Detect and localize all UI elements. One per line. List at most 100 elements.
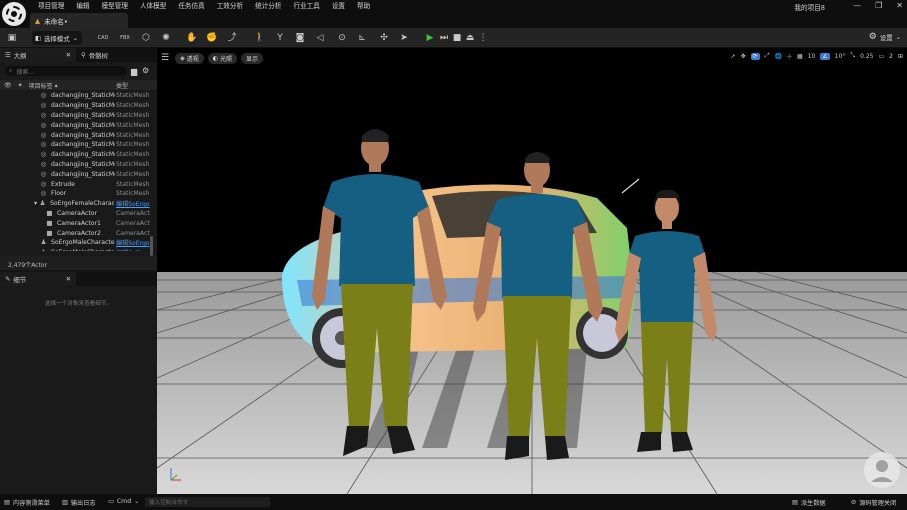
edit-link[interactable]: 编辑SoErgo [116,238,150,247]
source-control-button[interactable]: ⊘ 源码管理关闭 [851,498,896,507]
outliner-search-input[interactable]: ⌕ 搜索... [5,66,127,76]
output-log-button[interactable]: ▥ 输出日志 [62,498,96,507]
scale-snap-value[interactable]: 0.25 [860,53,873,60]
camera-icon[interactable]: ◙ [294,32,306,44]
outliner-row[interactable]: ▾ ♟ SoErgoFemaleCharacte 编辑SoErgo [0,199,150,209]
derived-data-button[interactable]: ▤ 派生数据 [792,498,826,507]
camera-speed-icon[interactable]: ▭ [878,53,884,60]
close-icon[interactable]: ✕ [896,1,903,10]
perspective-button[interactable]: ◈ 透视 [175,52,204,64]
cmd-selector[interactable]: ▭ Cmd ⌄ [108,498,139,505]
import-cad-icon[interactable]: CAD [97,32,109,44]
step-icon[interactable]: ⏭ [438,32,450,44]
outliner-row-type: StaticMesh [116,102,150,110]
record-icon[interactable]: ⊙ [336,32,348,44]
menu-item[interactable]: 项目管理 [32,2,70,11]
outliner-row[interactable]: ♟ SoErgoMaleCharacter1编辑SoErgo [0,248,150,251]
cube-icon[interactable]: ⬡ [140,32,152,44]
menu-item[interactable]: 行业工具 [287,2,325,11]
rotate-tool-icon[interactable]: ⟳ [750,52,760,60]
scale-tool-icon[interactable]: ⤢ [765,52,770,60]
mode-selector[interactable]: ◧ 选择模式 ⌄ [32,31,82,45]
outliner-row[interactable]: ◎ dachangjing_StaticMes StaticMesh [0,140,150,150]
outliner-row[interactable]: ◎ dachangjing_StaticMes StaticMesh [0,169,150,179]
tab-details[interactable]: ✎ 细节 ✕ [0,272,76,286]
world-icon[interactable]: 🌐 [774,53,781,60]
show-button[interactable]: 显示 [240,52,263,64]
angle-snap-icon[interactable]: ∠ [820,52,830,60]
surface-snap-icon[interactable]: ⊹ [787,53,792,60]
menu-item[interactable]: 人体模型 [134,2,172,11]
outliner-row-type: StaticMesh [116,170,150,178]
outliner-row[interactable]: ◎ Floor StaticMesh [0,189,150,199]
outliner-scrollbar[interactable] [150,236,153,256]
posture-icon[interactable]: Y [274,32,286,44]
column-type[interactable]: 类型 [116,81,128,90]
outliner-row[interactable]: ◎ Extrude StaticMesh [0,179,150,189]
stop-icon[interactable]: ■ [451,32,463,44]
minimize-icon[interactable]: — [853,1,861,10]
settings-button[interactable]: ⚙ 设置 ⌄ [869,32,901,42]
save-icon[interactable]: ▣ [6,32,18,44]
camera-speed-value[interactable]: 2 [889,53,893,60]
analysis-icon[interactable]: ✣ [378,32,390,44]
grid-snap-icon[interactable]: ▦ [797,53,803,60]
outliner-row[interactable]: ◎ dachangjing_StaticMes StaticMesh [0,160,150,170]
edit-link[interactable]: 编辑SoErgo [116,199,150,208]
outliner-row[interactable]: ■ CameraActor CameraActo [0,209,150,219]
outliner-row[interactable]: ◎ dachangjing_StaticMes StaticMesh [0,150,150,160]
outliner-row[interactable]: ◎ dachangjing_StaticMes StaticMesh [0,111,150,121]
pin-icon[interactable]: ✦ [18,82,23,89]
menu-item[interactable]: 统计分析 [249,2,287,11]
expand-icon[interactable]: ▾ [34,200,37,207]
lighting-button[interactable]: ◐ 光照 [207,52,237,64]
menu-item[interactable]: 模型管理 [96,2,134,11]
tab-outliner[interactable]: ☰ 大纲 ✕ [0,48,76,62]
light-icon[interactable]: ✺ [160,32,172,44]
import-fbx-icon[interactable]: FBX [119,32,131,44]
edit-link[interactable]: 编辑SoErgo [116,248,150,251]
close-icon[interactable]: ✕ [66,275,71,283]
close-icon[interactable]: ✕ [66,51,71,59]
visibility-icon[interactable]: 👁 [4,82,12,89]
outliner-row[interactable]: ■ CameraActor1 CameraActo [0,218,150,228]
outliner-row[interactable]: ■ CameraActor2 CameraActo [0,228,150,238]
viewport-transform-tools: ➚ ✥ ⟳ ⤢ 🌐 ⊹ ▦ 10 ∠ 10° ⤡ 0.25 ▭ 2 ⊞ [731,52,903,60]
document-tab[interactable]: ▲ 未命名• [30,13,128,28]
outliner-row[interactable]: ◎ dachangjing_StaticMes StaticMesh [0,101,150,111]
scale-snap-icon[interactable]: ⤡ [850,52,855,60]
settings-gear-icon[interactable]: ⚙ [142,66,149,75]
grid-snap-value[interactable]: 10 [808,53,816,60]
maximize-viewport-icon[interactable]: ⊞ [898,53,903,60]
hamburger-menu-icon[interactable]: ☰ [161,53,169,63]
angle-snap-value[interactable]: 10° [835,53,846,60]
tab-skeleton-tree[interactable]: ⚲ 骨骼树 [76,48,113,62]
outliner-row[interactable]: ◎ dachangjing_StaticMes StaticMesh [0,91,150,101]
view-icon[interactable]: ◁ [314,32,326,44]
outliner-row[interactable]: ♟ SoErgoMaleCharacter 编辑SoErgo [0,238,150,248]
menu-item[interactable]: 工效分析 [211,2,249,11]
menu-item[interactable]: 帮助 [351,2,376,11]
outliner-row[interactable]: ◎ dachangjing_StaticMes StaticMesh [0,120,150,130]
grab-icon[interactable]: ✊ [206,32,218,44]
3d-viewport[interactable]: ☰ ◈ 透视 ◐ 光照 显示 ➚ ✥ ⟳ ⤢ 🌐 ⊹ ▦ 10 ∠ 10° ⤡ … [157,48,907,494]
menu-item[interactable]: 任务仿真 [172,2,210,11]
reach-icon[interactable]: ⤴ [226,32,238,44]
maximize-icon[interactable]: ❐ [875,1,882,10]
more-options-icon[interactable]: ⋮ [477,32,489,44]
move-tool-icon[interactable]: ✥ [741,53,746,60]
send-icon[interactable]: ➤ [398,32,410,44]
walk-icon[interactable]: 🚶 [254,32,266,44]
hand-icon[interactable]: ✋ [186,32,198,44]
measure-icon[interactable]: ⊾ [356,32,368,44]
menu-item[interactable]: 编辑 [70,2,95,11]
column-label[interactable]: 项目标签 [29,81,53,90]
menu-item[interactable]: 设置 [326,2,351,11]
console-command-input[interactable]: 输入控制台命令 [145,497,270,507]
select-tool-icon[interactable]: ➚ [731,53,736,60]
outliner-row[interactable]: ◎ dachangjing_StaticMes StaticMesh [0,130,150,140]
add-folder-icon[interactable]: ▆ [131,67,137,76]
eject-icon[interactable]: ⏏ [464,32,476,44]
play-icon[interactable]: ▶ [424,32,436,44]
content-drawer-button[interactable]: ▤ 内容侧滑菜单 [4,498,50,507]
